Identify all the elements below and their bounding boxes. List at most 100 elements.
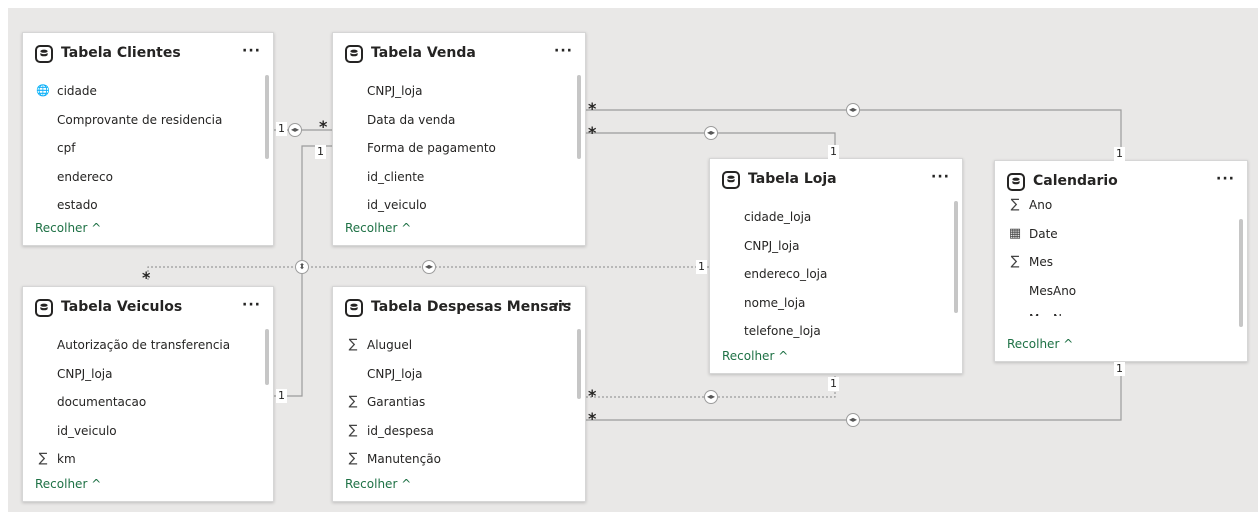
cardinality-many: * xyxy=(588,123,597,142)
field-item[interactable]: Data da venda xyxy=(333,106,585,135)
table-card-calendario[interactable]: Calendario ··· ∑ Ano ▦ Date ∑ Mes MesAno MesNom… xyxy=(994,160,1248,362)
field-name: Forma de pagamento xyxy=(367,141,496,155)
filter-direction-icon[interactable]: ⬍ xyxy=(295,260,309,274)
field-item[interactable]: ∑ Ano xyxy=(995,191,1247,220)
collapse-link[interactable]: Recolher ^ xyxy=(345,477,411,491)
collapse-link[interactable]: Recolher ^ xyxy=(345,221,411,235)
field-item[interactable]: id_veiculo xyxy=(333,191,585,220)
sigma-icon: ∑ xyxy=(348,422,358,438)
field-item[interactable]: Autorização de transferencia xyxy=(23,331,273,360)
table-header[interactable]: Tabela Venda ··· xyxy=(333,33,585,77)
scrollbar[interactable] xyxy=(265,329,269,385)
table-title: Tabela Loja xyxy=(748,171,837,187)
field-item[interactable]: ▦ Date xyxy=(995,220,1247,249)
scrollbar[interactable] xyxy=(577,329,581,399)
field-item[interactable]: cidade_loja xyxy=(710,203,962,232)
field-name: Aluguel xyxy=(367,338,413,352)
field-list[interactable]: ∑ Ano ▦ Date ∑ Mes MesAno MesNome xyxy=(995,191,1247,316)
field-list[interactable]: Autorização de transferencia CNPJ_lojadoc… xyxy=(23,331,273,474)
collapse-link[interactable]: Recolher ^ xyxy=(35,477,101,491)
table-card-loja[interactable]: Tabela Loja ··· cidade_loja CNPJ_loja ende… xyxy=(709,158,963,374)
more-options-icon[interactable]: ··· xyxy=(931,169,950,185)
field-item[interactable]: id_cliente xyxy=(333,163,585,192)
scrollbar[interactable] xyxy=(1239,219,1243,327)
field-item[interactable]: endereco xyxy=(23,163,273,192)
database-icon xyxy=(345,299,363,317)
collapse-link[interactable]: Recolher ^ xyxy=(722,349,788,363)
field-item[interactable]: nome_loja xyxy=(710,289,962,318)
scrollbar[interactable] xyxy=(954,201,958,313)
field-name: CNPJ_loja xyxy=(367,84,423,98)
table-header[interactable]: Tabela Clientes ··· xyxy=(23,33,273,77)
field-item[interactable]: MesNome xyxy=(995,305,1247,316)
cardinality-many: * xyxy=(588,99,597,118)
field-list[interactable]: cidade_loja CNPJ_loja endereco_loja nome_lo… xyxy=(710,203,962,346)
field-item[interactable]: CNPJ_loja xyxy=(333,77,585,106)
table-card-venda[interactable]: Tabela Venda ··· CNPJ_loja Data da venda F… xyxy=(332,32,586,246)
field-item[interactable]: ∑ Garantias xyxy=(333,388,585,417)
field-name: Autorização de transferencia xyxy=(57,338,231,352)
table-title: Calendario xyxy=(1033,173,1118,189)
collapse-link[interactable]: Recolher ^ xyxy=(35,221,101,235)
database-icon xyxy=(35,45,53,63)
field-item[interactable]: telefone_loja xyxy=(710,317,962,346)
table-card-despesas[interactable]: Tabela Despesas Mensais ··· ∑ Aluguel CNPJ… xyxy=(332,286,586,502)
filter-direction-icon[interactable]: ◂▸ xyxy=(846,413,860,427)
field-list[interactable]: CNPJ_loja Data da venda Forma de pagamento… xyxy=(333,77,585,220)
calendar-icon: ▦ xyxy=(1008,225,1022,241)
sigma-icon: ∑ xyxy=(1010,197,1020,212)
field-name: Data da venda xyxy=(367,112,456,127)
field-list[interactable]: ∑ Aluguel CNPJ_loja ∑ Garantias ∑ id_despesa ∑ M… xyxy=(333,331,585,474)
field-name: CNPJ_loja xyxy=(367,366,423,381)
filter-direction-icon[interactable]: ◂▸ xyxy=(704,126,718,140)
field-name: endereco xyxy=(57,169,113,184)
filter-direction-icon[interactable]: ◂▸ xyxy=(288,123,302,137)
field-item[interactable]: Forma de pagamento xyxy=(333,134,585,163)
more-options-icon[interactable]: ··· xyxy=(1216,171,1235,187)
field-name: CNPJ_loja xyxy=(57,366,113,381)
filter-direction-icon[interactable]: ◂▸ xyxy=(422,260,436,274)
table-card-clientes[interactable]: Tabela Clientes ··· 🌐 cidade Comprovante d… xyxy=(22,32,274,246)
more-options-icon[interactable]: ··· xyxy=(554,297,573,313)
field-item[interactable]: CNPJ_loja xyxy=(710,232,962,261)
more-options-icon[interactable]: ··· xyxy=(242,297,261,313)
filter-direction-icon[interactable]: ◂▸ xyxy=(846,103,860,117)
field-item[interactable]: 🌐 cidade xyxy=(23,77,273,106)
table-header[interactable]: Tabela Loja ··· xyxy=(710,159,962,203)
field-item[interactable]: ∑ Aluguel xyxy=(333,331,585,360)
field-name: Mes xyxy=(1029,255,1053,269)
field-item[interactable]: endereco_loja xyxy=(710,260,962,289)
more-options-icon[interactable]: ··· xyxy=(554,43,573,59)
field-item[interactable]: documentacao xyxy=(23,388,273,417)
more-options-icon[interactable]: ··· xyxy=(242,43,261,59)
scrollbar[interactable] xyxy=(265,75,269,159)
field-name: Date xyxy=(1029,226,1058,241)
table-header[interactable]: Tabela Veiculos ··· xyxy=(23,287,273,331)
field-item[interactable]: CNPJ_loja xyxy=(23,360,273,389)
cardinality-many: * xyxy=(319,117,328,136)
field-item[interactable]: Comprovante de residencia xyxy=(23,106,273,135)
field-list[interactable]: 🌐 cidade Comprovante de residencia cpf ender… xyxy=(23,77,273,220)
field-name: id_despesa xyxy=(367,423,434,438)
field-item[interactable]: ∑ Manutenção xyxy=(333,445,585,474)
field-name: Manutenção xyxy=(367,452,441,466)
filter-direction-icon[interactable]: ◂▸ xyxy=(704,390,718,404)
table-title: Tabela Clientes xyxy=(61,45,181,61)
field-item[interactable]: MesAno xyxy=(995,277,1247,306)
field-item[interactable]: ∑ Mes xyxy=(995,248,1247,277)
cardinality-one: 1 xyxy=(828,377,839,391)
table-header[interactable]: Tabela Despesas Mensais ··· xyxy=(333,287,585,331)
field-item[interactable]: id_veiculo xyxy=(23,417,273,446)
field-item[interactable]: estado xyxy=(23,191,273,220)
field-item[interactable]: CNPJ_loja xyxy=(333,360,585,389)
cardinality-one: 1 xyxy=(828,145,839,159)
table-title: Tabela Despesas Mensais xyxy=(371,299,572,315)
field-item[interactable]: ∑ id_despesa xyxy=(333,417,585,446)
field-item[interactable]: cpf xyxy=(23,134,273,163)
scrollbar[interactable] xyxy=(577,75,581,159)
field-item[interactable]: ∑ km xyxy=(23,445,273,474)
cardinality-one: 1 xyxy=(276,122,287,136)
field-name: nome_loja xyxy=(744,295,806,310)
table-card-veiculos[interactable]: Tabela Veiculos ··· Autorização de trans… xyxy=(22,286,274,502)
collapse-link[interactable]: Recolher ^ xyxy=(1007,337,1073,351)
